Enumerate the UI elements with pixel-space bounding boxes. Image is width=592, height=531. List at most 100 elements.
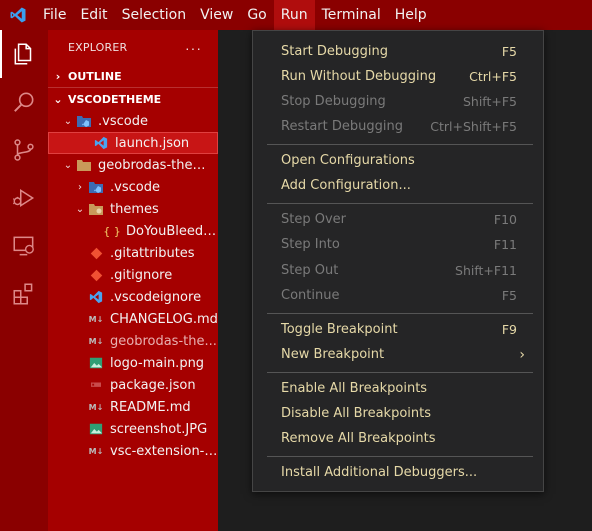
- menu-add-configuration[interactable]: Add Configuration...: [253, 173, 543, 198]
- tree-item-label: logo-main.png: [110, 355, 205, 371]
- menu-continue: Continue F5: [253, 283, 543, 308]
- tree-item[interactable]: .gitattributes: [48, 242, 218, 264]
- folder-vscode-icon: [88, 179, 104, 195]
- remote-explorer-icon[interactable]: [0, 222, 48, 270]
- menu-stop-debugging: Stop Debugging Shift+F5: [253, 89, 543, 114]
- menu-item-label: Disable All Breakpoints: [281, 406, 432, 421]
- tree-item[interactable]: M↓ README.md: [48, 396, 218, 418]
- vscode-file-icon: [93, 135, 109, 151]
- run-debug-icon[interactable]: [0, 174, 48, 222]
- tree-item[interactable]: › .vscode: [48, 176, 218, 198]
- tree-item-label: .vscodeignore: [110, 289, 202, 305]
- tree-item[interactable]: ⌄ geobrodas-theme...: [48, 154, 218, 176]
- menu-item-label: Step Out: [281, 263, 339, 278]
- markdown-file-icon: M↓: [88, 314, 104, 324]
- tree-item-label: DoYouBleed-c...: [126, 223, 218, 239]
- menu-item-label: Continue: [281, 288, 340, 303]
- menu-separator: [267, 372, 533, 373]
- menu-item-label: Run Without Debugging: [281, 69, 437, 84]
- folder-vscode-icon: [76, 113, 92, 129]
- menu-go[interactable]: Go: [240, 0, 273, 30]
- tree-item[interactable]: ⌄ .vscode: [48, 110, 218, 132]
- tree-item[interactable]: screenshot.JPG: [48, 418, 218, 440]
- menu-item-shortcut: Shift+F11: [455, 263, 517, 278]
- extensions-icon[interactable]: [0, 270, 48, 318]
- tree-item[interactable]: ⌄ themes: [48, 198, 218, 220]
- chevron-right-icon: ›: [78, 181, 82, 193]
- menu-selection[interactable]: Selection: [115, 0, 194, 30]
- menu-install-additional-debuggers[interactable]: Install Additional Debuggers...: [253, 460, 543, 485]
- explorer-title: EXPLORER: [68, 41, 128, 54]
- menu-view[interactable]: View: [193, 0, 240, 30]
- tree-item[interactable]: .vscodeignore: [48, 286, 218, 308]
- menu-item-label: Start Debugging: [281, 44, 388, 59]
- menu-help[interactable]: Help: [388, 0, 434, 30]
- run-menu-dropdown: Start Debugging F5 Run Without Debugging…: [252, 30, 544, 492]
- tree-item-label: .gitignore: [110, 267, 173, 283]
- tree-item-label: CHANGELOG.md: [110, 311, 218, 327]
- menu-disable-all-breakpoints[interactable]: Disable All Breakpoints: [253, 401, 543, 426]
- vscode-file-icon: [88, 289, 104, 305]
- menu-item-label: Step Over: [281, 212, 346, 227]
- explorer-header: EXPLORER ···: [48, 30, 218, 65]
- menu-item-shortcut: F9: [501, 322, 517, 337]
- menu-enable-all-breakpoints[interactable]: Enable All Breakpoints: [253, 376, 543, 401]
- menu-run-without-debugging[interactable]: Run Without Debugging Ctrl+F5: [253, 64, 543, 89]
- workspace-section[interactable]: ⌄ VSCODETHEME: [48, 88, 218, 110]
- menu-step-into: Step Into F11: [253, 232, 543, 257]
- tree-item[interactable]: .gitignore: [48, 264, 218, 286]
- source-control-icon[interactable]: [0, 126, 48, 174]
- menu-item-label: Enable All Breakpoints: [281, 381, 428, 396]
- outline-section[interactable]: › OUTLINE: [48, 65, 218, 87]
- menu-run[interactable]: Run: [273, 0, 315, 30]
- menu-bar: File Edit Selection View Go Run Terminal…: [0, 0, 592, 30]
- tree-item[interactable]: { } DoYouBleed-c...: [48, 220, 218, 242]
- tree-item[interactable]: package.json: [48, 374, 218, 396]
- menu-separator: [267, 456, 533, 457]
- more-actions-icon[interactable]: ···: [185, 40, 202, 56]
- menu-item-shortcut: F10: [493, 212, 517, 227]
- menu-item-shortcut: Ctrl+F5: [469, 69, 517, 84]
- search-icon[interactable]: [0, 78, 48, 126]
- menu-remove-all-breakpoints[interactable]: Remove All Breakpoints: [253, 426, 543, 451]
- image-file-icon: [88, 355, 104, 371]
- menu-item-shortcut: F5: [501, 288, 517, 303]
- menu-open-configurations[interactable]: Open Configurations: [253, 148, 543, 173]
- menu-item-label: Install Additional Debuggers...: [281, 465, 478, 480]
- tree-item-label: vsc-extension-q...: [110, 443, 218, 459]
- menu-new-breakpoint[interactable]: New Breakpoint ›: [253, 342, 543, 367]
- menu-step-out: Step Out Shift+F11: [253, 258, 543, 283]
- tree-item[interactable]: M↓ geobrodas-the...: [48, 330, 218, 352]
- tree-item[interactable]: M↓ vsc-extension-q...: [48, 440, 218, 462]
- markdown-file-icon: M↓: [88, 336, 104, 346]
- tree-item[interactable]: logo-main.png: [48, 352, 218, 374]
- menu-terminal[interactable]: Terminal: [315, 0, 388, 30]
- tree-item-label: geobrodas-theme...: [98, 157, 218, 173]
- menu-file[interactable]: File: [36, 0, 73, 30]
- menu-start-debugging[interactable]: Start Debugging F5: [253, 39, 543, 64]
- menu-separator: [267, 203, 533, 204]
- tree-item-label: package.json: [110, 377, 196, 393]
- submenu-chevron-right-icon: ›: [519, 346, 525, 363]
- outline-label: OUTLINE: [68, 69, 122, 83]
- menu-edit[interactable]: Edit: [73, 0, 114, 30]
- tree-item-label: screenshot.JPG: [110, 421, 208, 437]
- chevron-down-icon: ⌄: [53, 92, 63, 106]
- menu-item-shortcut: Shift+F5: [462, 94, 517, 109]
- menu-step-over: Step Over F10: [253, 207, 543, 232]
- chevron-right-icon: ›: [55, 69, 61, 83]
- tree-item-label: .vscode: [98, 113, 148, 129]
- explorer-icon[interactable]: [0, 30, 48, 78]
- chevron-down-icon: ⌄: [63, 115, 73, 127]
- menu-item-label: Toggle Breakpoint: [281, 322, 398, 337]
- tree-item[interactable]: M↓ CHANGELOG.md: [48, 308, 218, 330]
- git-file-icon: [88, 267, 104, 283]
- git-file-icon: [88, 245, 104, 261]
- tree-item-label: themes: [110, 201, 159, 217]
- menu-item-label: New Breakpoint: [281, 347, 385, 362]
- menu-item-label: Remove All Breakpoints: [281, 431, 436, 446]
- menu-item-label: Step Into: [281, 237, 340, 252]
- menu-item-shortcut: Ctrl+Shift+F5: [430, 119, 517, 134]
- tree-item-selected[interactable]: launch.json: [48, 132, 218, 154]
- menu-toggle-breakpoint[interactable]: Toggle Breakpoint F9: [253, 317, 543, 342]
